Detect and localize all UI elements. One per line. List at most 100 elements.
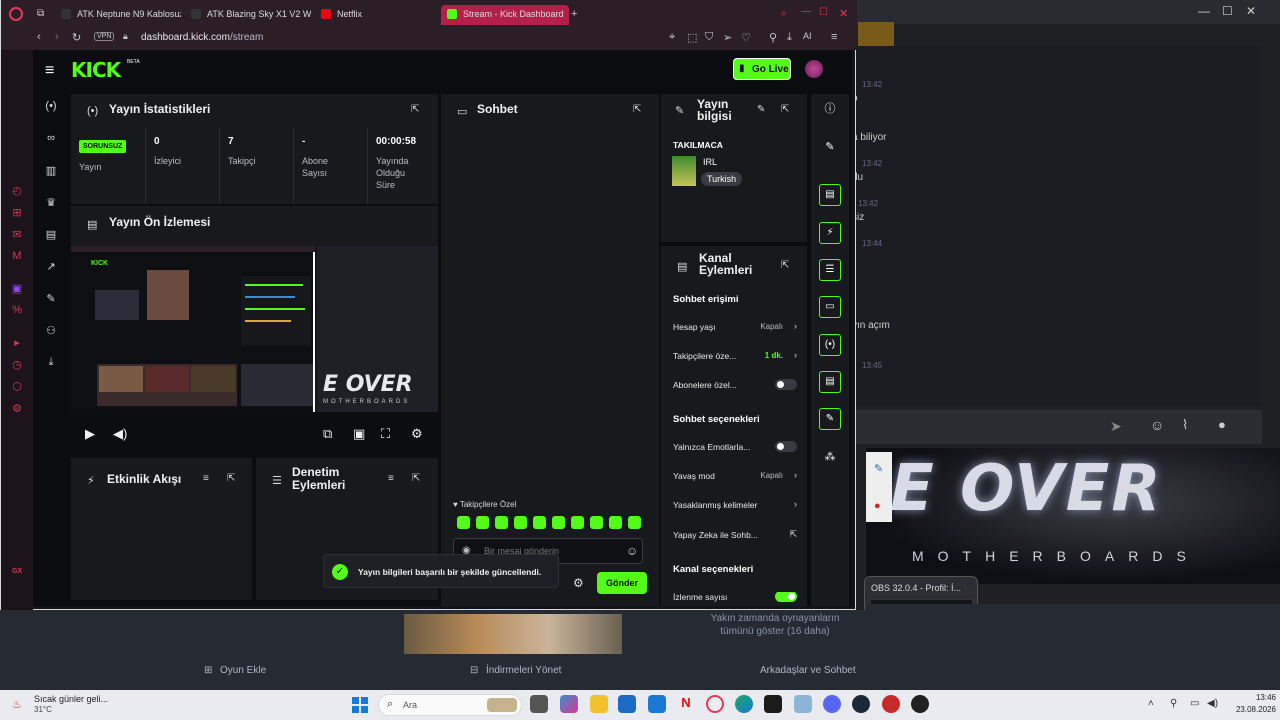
channel-icon[interactable]: ▤	[819, 371, 841, 393]
tab-netflix[interactable]: Netflix	[315, 5, 437, 25]
emote-icon[interactable]	[552, 516, 565, 529]
bookmark-icon[interactable]: ⌖	[669, 31, 675, 44]
send-button[interactable]: Gönder	[597, 572, 647, 594]
gx-icon[interactable]: GX	[10, 568, 24, 582]
wrench-icon[interactable]: ✎	[819, 408, 841, 430]
steam-icon[interactable]	[852, 695, 870, 713]
history-icon[interactable]: ◴	[10, 184, 24, 198]
url-field[interactable]: dashboard.kick.com/stream	[141, 32, 263, 43]
taskbar-date[interactable]: 23.08.2026	[1220, 705, 1276, 714]
hamburger-menu-icon[interactable]: ≡	[45, 62, 54, 80]
close-icon[interactable]: ✕	[1246, 4, 1256, 18]
shield-icon[interactable]: ⛉	[705, 31, 713, 44]
obs-icon[interactable]	[911, 695, 929, 713]
snapshot-icon[interactable]: ⬚	[687, 31, 697, 44]
popout-icon[interactable]: ⇱	[781, 104, 789, 115]
row-account-age[interactable]: Hesap yaşı Kapalı ›	[673, 321, 797, 336]
close-icon[interactable]: ✕	[839, 7, 848, 20]
avatar[interactable]	[805, 60, 823, 78]
clock-icon[interactable]: ◷	[10, 358, 24, 372]
emote-icon[interactable]	[590, 516, 603, 529]
play-icon[interactable]: ▸	[10, 336, 24, 350]
emoji-icon[interactable]: ☺	[1150, 417, 1164, 433]
info-icon[interactable]: ⓘ	[819, 98, 841, 120]
preview-video[interactable]: KICK E OVER MOTHERBOARDS	[71, 246, 438, 412]
nav-video-icon[interactable]: ▤	[43, 228, 59, 241]
minimize-icon[interactable]: —	[1198, 4, 1210, 18]
weather-icon[interactable]: ♨	[12, 698, 26, 712]
pip-icon[interactable]: ⧉	[323, 426, 332, 442]
discord-icon[interactable]	[823, 695, 841, 713]
clip-icon[interactable]: ▤	[819, 184, 841, 206]
search-icon[interactable]: ⌕	[781, 8, 787, 19]
more-apps-icon[interactable]: ⁂	[819, 446, 841, 468]
nav-download-icon[interactable]: ⤓	[43, 356, 59, 369]
emote-icon[interactable]	[476, 516, 489, 529]
settings-icon[interactable]: ⚙	[411, 426, 423, 442]
emote-icon[interactable]	[495, 516, 508, 529]
twitch-icon[interactable]: ▣	[10, 282, 24, 296]
emote-icon[interactable]	[533, 516, 546, 529]
row-emotes-only[interactable]: Yalnızca Emotlarla...	[673, 441, 797, 456]
microphone-icon[interactable]: ⚲	[1170, 698, 1177, 709]
terminal-icon[interactable]	[764, 695, 782, 713]
maximize-icon[interactable]: ☐	[819, 7, 828, 18]
row-subscribers-only[interactable]: Abonelere özel...	[673, 379, 797, 394]
minimize-icon[interactable]: —	[801, 6, 811, 17]
reload-icon[interactable]: ↻	[72, 31, 81, 44]
popout-icon[interactable]: ⇱	[633, 104, 641, 115]
tab-atk-neptune[interactable]: ATK Neptune N9 Kablosuz	[55, 5, 181, 25]
obs-input-bar[interactable]: ➤ ☺ ⌇ ●	[852, 410, 1262, 444]
media-player-icon[interactable]	[882, 695, 900, 713]
popout-icon[interactable]: ⇱	[412, 473, 420, 484]
popout-icon[interactable]: ⇱	[781, 260, 789, 271]
nav-chart-icon[interactable]: ↗	[43, 260, 59, 273]
opera-gx-icon[interactable]	[706, 695, 724, 713]
file-explorer-icon[interactable]	[590, 695, 608, 713]
nav-users-icon[interactable]: ⚇	[43, 324, 59, 337]
send-icon[interactable]: ➤	[1110, 418, 1122, 435]
back-icon[interactable]: ‹	[37, 31, 41, 43]
nav-trophy-icon[interactable]: ♛	[43, 196, 59, 209]
friends-chat-button[interactable]: Arkadaşlar ve Sohbet	[760, 665, 856, 676]
volume-icon[interactable]: ◀)	[1207, 698, 1218, 709]
theater-icon[interactable]: ▣	[353, 426, 365, 442]
download-icon[interactable]: ⤓	[787, 31, 792, 44]
weather-headline[interactable]: Sıcak günler geli...	[34, 694, 108, 704]
percent-icon[interactable]: %	[10, 304, 24, 318]
menu-icon[interactable]: ≡	[831, 31, 837, 43]
emotes-only-toggle[interactable]	[775, 441, 797, 452]
mic-icon[interactable]: ●	[1218, 417, 1226, 432]
go-live-button[interactable]: ▮ Go Live	[733, 58, 791, 80]
copilot-icon[interactable]	[560, 695, 578, 713]
filter-icon[interactable]: ≡	[388, 473, 394, 484]
network-app-icon[interactable]	[794, 695, 812, 713]
record-icon[interactable]: ●	[874, 500, 881, 512]
view-count-toggle[interactable]	[775, 592, 797, 602]
row-ai-chat[interactable]: Yapay Zeka ile Sohb... ⇱	[673, 529, 797, 544]
edit-icon[interactable]: ✎	[757, 104, 765, 115]
vpn-badge[interactable]: VPN	[94, 32, 115, 41]
emote-icon[interactable]	[628, 516, 641, 529]
nav-stream-icon[interactable]: (•)	[43, 100, 59, 112]
send-icon[interactable]: ➢	[723, 31, 732, 44]
attach-icon[interactable]: ⌇	[1182, 417, 1188, 433]
opera-logo-icon[interactable]	[9, 7, 23, 21]
manage-downloads-button[interactable]: İndirmeleri Yönet	[486, 665, 561, 676]
volume-icon[interactable]: ◀)	[113, 426, 127, 442]
row-banned-words[interactable]: Yasaklanmış kelimeler ›	[673, 499, 797, 514]
lightning-icon[interactable]: ⚡	[819, 222, 841, 244]
popout-icon[interactable]: ⇱	[227, 473, 235, 484]
emoji-icon[interactable]: ☺	[626, 544, 638, 558]
forward-icon[interactable]: ›	[55, 31, 59, 43]
tab-overview-icon[interactable]: ⧉	[37, 8, 44, 19]
subscribers-only-toggle[interactable]	[775, 379, 797, 390]
fullscreen-icon[interactable]: ⛶	[381, 426, 390, 442]
add-game-button[interactable]: Oyun Ekle	[220, 665, 266, 676]
tab-kick-dashboard[interactable]: Stream - Kick Dashboard	[441, 5, 569, 25]
settings-icon[interactable]: ⚙	[10, 402, 24, 416]
taskbar-time[interactable]: 13:46	[1236, 693, 1276, 702]
netflix-icon[interactable]: N	[677, 695, 695, 713]
recent-games-link[interactable]: Yakın zamanda oynayanların tümünü göster…	[700, 612, 850, 638]
gmail-icon[interactable]: M	[10, 250, 24, 264]
